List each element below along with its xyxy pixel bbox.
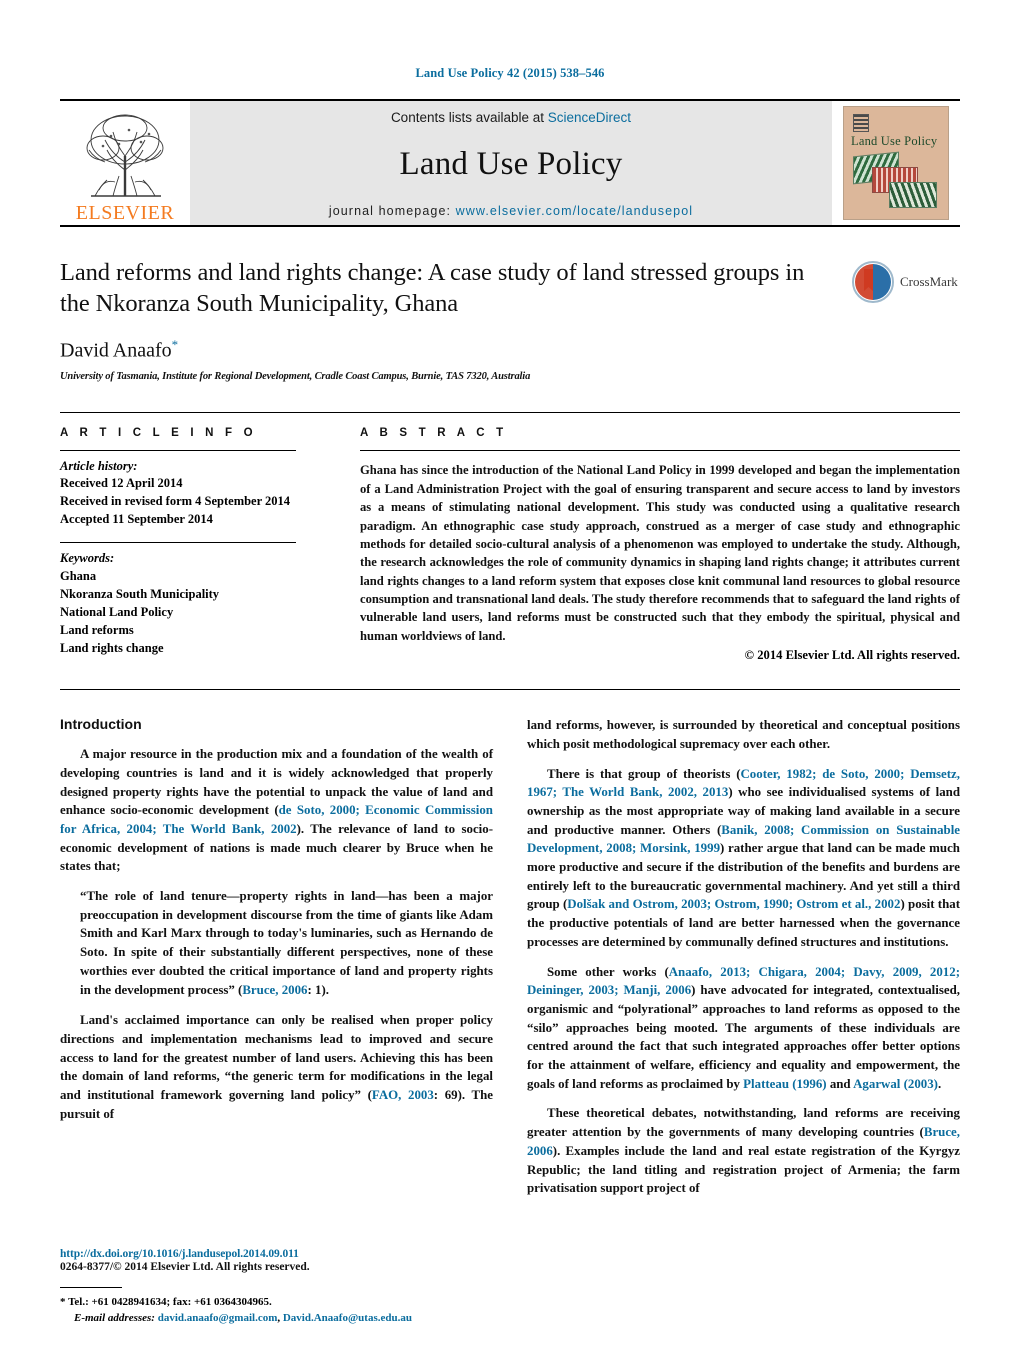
author-footnote-marker[interactable]: * xyxy=(172,337,179,352)
paragraph-text: Some other works ( xyxy=(547,964,669,979)
history-received: Received 12 April 2014 xyxy=(60,476,183,491)
citation-link[interactable]: FAO, 2003 xyxy=(372,1088,434,1102)
cover-publisher-mark-icon xyxy=(853,114,869,132)
issn-copyright-line: 0264-8377/© 2014 Elsevier Ltd. All right… xyxy=(60,1261,310,1273)
footnote-marker: * xyxy=(60,1296,66,1309)
footnote-contact: Tel.: +61 0428941634; fax: +61 036430496… xyxy=(68,1296,272,1309)
masthead-center: Contents lists available at ScienceDirec… xyxy=(190,101,832,225)
email-link[interactable]: David.Anaafo@utas.edu.au xyxy=(283,1312,412,1324)
article-info-rule xyxy=(60,450,296,452)
article-history-label: Article history: xyxy=(60,459,138,474)
homepage-url-link[interactable]: www.elsevier.com/locate/landusepol xyxy=(456,204,694,218)
author-list: David Anaafo* xyxy=(60,337,960,363)
crossmark-icon[interactable] xyxy=(852,261,894,303)
body-paragraph: Some other works (Anaafo, 2013; Chigara,… xyxy=(527,963,960,1094)
journal-homepage-line: journal homepage: www.elsevier.com/locat… xyxy=(329,204,693,218)
running-head: Land Use Policy 42 (2015) 538–546 xyxy=(415,66,605,80)
body-columns: Introduction A major resource in the pro… xyxy=(60,689,960,1324)
keyword-item: National Land Policy xyxy=(60,604,174,619)
abstract-column: A B S T R A C T Ghana has since the intr… xyxy=(360,427,960,663)
body-paragraph: Land's acclaimed importance can only be … xyxy=(60,1011,493,1123)
paragraph-text: ). Examples include the land and real es… xyxy=(527,1143,960,1196)
contents-prefix: Contents lists available at xyxy=(390,110,548,125)
footnote-email-line: E-mail addresses: david.anaafo@gmail.com… xyxy=(60,1311,460,1327)
footnote-email-label: E-mail addresses: xyxy=(74,1312,155,1325)
crossmark-label: CrossMark xyxy=(900,274,958,289)
keyword-item: Land reforms xyxy=(60,623,134,637)
author-name: David Anaafo xyxy=(60,339,172,362)
paragraph-text: : 1). xyxy=(307,982,329,997)
contents-list-line: Contents lists available at ScienceDirec… xyxy=(391,110,631,125)
paragraph-text: . xyxy=(937,1076,942,1091)
body-column-right: land reforms, however, is surrounded by … xyxy=(527,716,960,1209)
paragraph-text: ) have advocated for integrated, context… xyxy=(527,983,960,1091)
block-quote: “The role of land tenure—property rights… xyxy=(80,887,493,999)
journal-cover-thumbnail: Land Use Policy xyxy=(843,106,949,220)
crossmark-badge-group[interactable]: CrossMark xyxy=(852,259,960,305)
footnote-block: * Tel.: +61 0428941634; fax: +61 0364304… xyxy=(60,1287,460,1327)
info-abstract-section: A R T I C L E I N F O Article history: R… xyxy=(60,412,960,663)
cover-journal-title: Land Use Policy xyxy=(851,134,938,148)
email-link[interactable]: david.anaafo@gmail.com xyxy=(158,1312,278,1324)
elsevier-logo: ELSEVIER xyxy=(60,101,190,225)
paragraph-text: These theoretical debates, notwithstandi… xyxy=(527,1106,960,1140)
left-column-paragraphs: A major resource in the production mix a… xyxy=(60,745,493,1123)
keywords-rule xyxy=(60,541,296,543)
paragraph-text: land reforms, however, is surrounded by … xyxy=(527,718,960,751)
citation-link[interactable]: Dolšak and Ostrom, 2003; Ostrom, 1990; O… xyxy=(567,897,900,911)
paper-page: Land Use Policy 42 (2015) 538–546 ELSEVI… xyxy=(0,0,1020,1351)
abstract-heading: A B S T R A C T xyxy=(360,427,508,440)
history-revised: Received in revised form 4 September 201… xyxy=(60,494,291,509)
page-title: Land reforms and land rights change: A c… xyxy=(60,259,805,318)
citation-link[interactable]: Bruce, 2006 xyxy=(242,983,307,997)
homepage-prefix: journal homepage: xyxy=(328,204,456,218)
citation-link[interactable]: Agarwal (2003) xyxy=(853,1077,938,1091)
article-info-heading: A R T I C L E I N F O xyxy=(60,427,257,440)
article-info-column: A R T I C L E I N F O Article history: R… xyxy=(60,427,360,663)
footnote-email-list[interactable]: david.anaafo@gmail.com, David.Anaafo@uta… xyxy=(158,1312,412,1324)
citation-link[interactable]: Platteau (1996) xyxy=(743,1077,826,1091)
title-block: Land reforms and land rights change: A c… xyxy=(60,257,960,382)
paragraph-text: There is that group of theorists ( xyxy=(547,766,741,781)
right-column-paragraphs: land reforms, however, is surrounded by … xyxy=(527,716,960,1198)
history-accepted: Accepted 11 September 2014 xyxy=(60,511,213,526)
body-paragraph: land reforms, however, is surrounded by … xyxy=(527,716,960,753)
keyword-item: Nkoranza South Municipality xyxy=(60,586,220,601)
keyword-item: Ghana xyxy=(60,568,97,583)
cover-photo-bottom-icon xyxy=(889,182,937,208)
section-heading-introduction: Introduction xyxy=(60,716,142,733)
body-paragraph: A major resource in the production mix a… xyxy=(60,745,493,876)
keyword-item: Land rights change xyxy=(60,641,164,656)
abstract-text: Ghana has since the introduction of the … xyxy=(360,463,960,643)
body-column-left: Introduction A major resource in the pro… xyxy=(60,716,493,1324)
sciencedirect-link[interactable]: ScienceDirect xyxy=(548,110,631,125)
footer-doi-block: http://dx.doi.org/10.1016/j.landusepol.2… xyxy=(60,1248,310,1273)
keywords-label: Keywords: xyxy=(60,550,115,565)
doi-link[interactable]: http://dx.doi.org/10.1016/j.landusepol.2… xyxy=(60,1248,310,1260)
paragraph-text: “The role of land tenure—property rights… xyxy=(80,889,493,997)
paragraph-text: and xyxy=(826,1076,854,1091)
body-paragraph: These theoretical debates, notwithstandi… xyxy=(527,1104,960,1198)
elsevier-wordmark: ELSEVIER xyxy=(75,202,175,224)
journal-cover: Land Use Policy xyxy=(832,101,960,225)
abstract-rule xyxy=(360,450,960,452)
journal-masthead: ELSEVIER Contents lists available at Sci… xyxy=(60,99,960,227)
footnote-rule xyxy=(60,1287,122,1289)
footnote-contact-line: * Tel.: +61 0428941634; fax: +61 0364304… xyxy=(60,1295,460,1311)
body-paragraph: There is that group of theorists (Cooter… xyxy=(527,765,960,952)
abstract-copyright: © 2014 Elsevier Ltd. All rights reserved… xyxy=(744,648,960,663)
journal-title: Land Use Policy xyxy=(399,146,623,182)
affiliation: University of Tasmania, Institute for Re… xyxy=(60,371,531,383)
elsevier-tree-icon xyxy=(86,114,164,197)
